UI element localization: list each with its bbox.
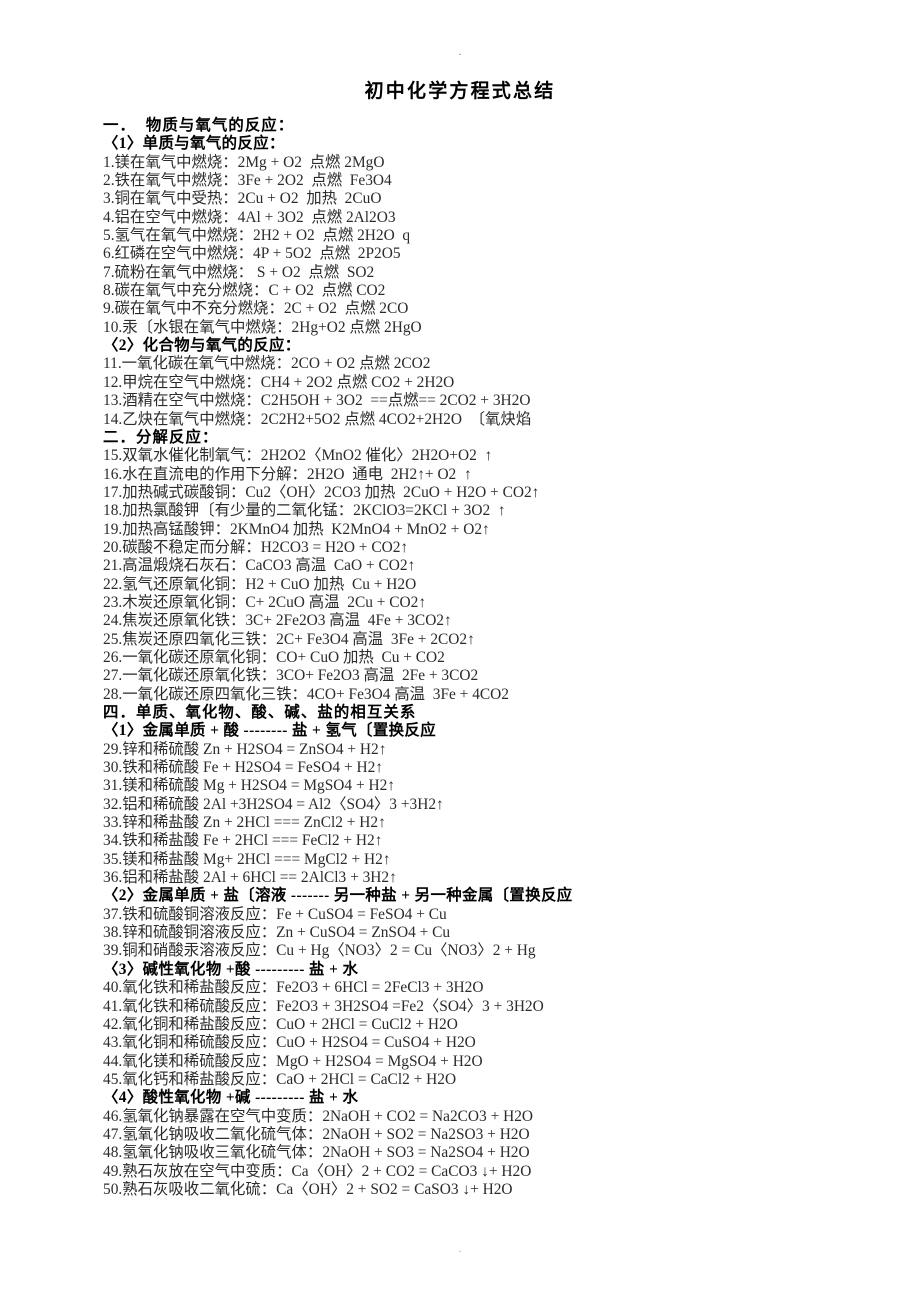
page-header-mark: · [458,49,462,61]
equation-line: 31.镁和稀硫酸 Mg + H2SO4 = MgSO4 + H2↑ [103,777,395,795]
equation-line: 15.双氧水催化制氧气：2H2O2〈MnO2 催化〉2H2O+O2 ↑ [103,447,493,465]
equation-line: 38.锌和硫酸铜溶液反应：Zn + CuSO4 = ZnSO4 + Cu [103,924,451,942]
equation-line: 28.一氧化碳还原四氧化三铁：4CO+ Fe3O4 高温 3Fe + 4CO2 [103,685,509,703]
subsection-heading: 〈1〉单质与氧气的反应： [103,135,285,153]
equation-line: 36.铝和稀盐酸 2Al + 6HCl == 2AlCl3 + 3H2↑ [103,869,397,887]
equation-line: 8.碳在氧气中充分燃烧：C + O2 点燃 CO2 [103,282,386,300]
equation-line: 29.锌和稀硫酸 Zn + H2SO4 = ZnSO4 + H2↑ [103,740,387,758]
document-page: · 初中化学方程式总结 一． 物质与氧气的反应： 〈1〉单质与氧气的反应： 1.镁在… [0,0,920,1302]
equation-line: 13.酒精在空气中燃烧：C2H5OH + 3O2 ==点燃== 2CO2 + 3… [103,392,531,410]
equation-line: 45.氧化钙和稀盐酸反应：CaO + 2HCl = CaCl2 + H2O [103,1070,457,1088]
equation-line: 16.水在直流电的作用下分解：2H2O 通电 2H2↑+ O2 ↑ [103,465,472,483]
equation-line: 35.镁和稀盐酸 Mg+ 2HCl === MgCl2 + H2↑ [103,850,391,868]
subsection-heading: 〈2〉金属单质 + 盐〔溶液 ------- 另一种盐 + 另一种金属〔置换反应 [103,887,573,905]
equation-line: 19.加热高锰酸钾：2KMnO4 加热 K2MnO4 + MnO2 + O2↑ [103,520,490,538]
subsection-heading: 〈4〉酸性氧化物 +碱 --------- 盐 + 水 [103,1089,359,1107]
equation-line: 9.碳在氧气中不充分燃烧：2C + O2 点燃 2CO [103,300,409,318]
equation-line: 21.高温煅烧石灰石：CaCO3 高温 CaO + CO2↑ [103,557,416,575]
equation-line: 30.铁和稀硫酸 Fe + H2SO4 = FeSO4 + H2↑ [103,759,383,777]
equation-line: 39.铜和硝酸汞溶液反应：Cu + Hg〈NO3〉2 = Cu〈NO3〉2 + … [103,942,536,960]
equation-line: 25.焦炭还原四氧化三铁：2C+ Fe3O4 高温 3Fe + 2CO2↑ [103,630,475,648]
equation-line: 12.甲烷在空气中燃烧：CH4 + 2O2 点燃 CO2 + 2H2O [103,373,455,391]
equation-line: 4.铝在空气中燃烧：4Al + 3O2 点燃 2Al2O3 [103,208,396,226]
equation-line: 10.汞〔水银在氧气中燃烧：2Hg+O2 点燃 2HgO [103,318,422,336]
equation-line: 1.镁在氧气中燃烧：2Mg + O2 点燃 2MgO [103,153,385,171]
section-heading: 四．单质、氧化物、酸、碱、盐的相互关系 [103,704,417,721]
equation-line: 6.红磷在空气中燃烧：4P + 5O2 点燃 2P2O5 [103,245,401,263]
equation-line: 34.铁和稀盐酸 Fe + 2HCl === FeCl2 + H2↑ [103,832,383,850]
equation-line: 43.氧化铜和稀硫酸反应：CuO + H2SO4 = CuSO4 + H2O [103,1034,476,1052]
equation-line: 40.氧化铁和稀盐酸反应：Fe2O3 + 6HCl = 2FeCl3 + 3H2… [103,979,484,997]
equation-line: 44.氧化镁和稀硫酸反应：MgO + H2SO4 = MgSO4 + H2O [103,1052,483,1070]
document-body: 一． 物质与氧气的反应： 〈1〉单质与氧气的反应： 1.镁在氧气中燃烧：2Mg + … [103,117,873,1199]
subsection-heading: 〈1〉金属单质 + 酸 -------- 盐 + 氢气〔置换反应 [103,722,436,740]
equation-line: 20.碳酸不稳定而分解：H2CO3 = H2O + CO2↑ [103,538,409,556]
equation-line: 50.熟石灰吸收二氧化硫：Ca〈OH〉2 + SO2 = CaSO3 ↓+ H2… [103,1180,513,1198]
equation-line: 46.氢氧化钠暴露在空气中变质：2NaOH + CO2 = Na2CO3 + H… [103,1107,534,1125]
equation-line: 7.硫粉在氧气中燃烧： S + O2 点燃 SO2 [103,263,375,281]
equation-line: 42.氧化铜和稀盐酸反应：CuO + 2HCl = CuCl2 + H2O [103,1015,458,1033]
equation-line: 2.铁在氧气中燃烧：3Fe + 2O2 点燃 Fe3O4 [103,172,392,190]
equation-line: 41.氧化铁和稀硫酸反应：Fe2O3 + 3H2SO4 =Fe2〈SO4〉3 +… [103,997,544,1015]
equation-line: 14.乙炔在氧气中燃烧：2C2H2+5O2 点燃 4CO2+2H2O 〔氧炔焰 [103,410,532,428]
equation-line: 26.一氧化碳还原氧化铜：CO+ CuO 加热 Cu + CO2 [103,648,445,666]
equation-line: 33.锌和稀盐酸 Zn + 2HCl === ZnCl2 + H2↑ [103,814,386,832]
equation-line: 18.加热氯酸钾〔有少量的二氧化锰：2KClO3=2KCl + 3O2 ↑ [103,502,506,520]
section-heading: 二．分解反应： [103,428,219,446]
equation-line: 27.一氧化碳还原氧化铁：3CO+ Fe2O3 高温 2Fe + 3CO2 [103,667,479,685]
equation-line: 24.焦炭还原氧化铁：3C+ 2Fe2O3 高温 4Fe + 3CO2↑ [103,612,452,630]
equation-line: 23.木炭还原氧化铜：C+ 2CuO 高温 2Cu + CO2↑ [103,593,427,611]
page-footer-mark: · [458,1246,462,1258]
subsection-heading: 〈2〉化合物与氧气的反应： [103,337,301,355]
equation-line: 37.铁和硫酸铜溶液反应：Fe + CuSO4 = FeSO4 + Cu [103,905,447,923]
equation-line: 3.铜在氧气中受热：2Cu + O2 加热 2CuO [103,190,382,208]
equation-line: 47.氢氧化钠吸收二氧化硫气体：2NaOH + SO2 = Na2SO3 + H… [103,1125,530,1143]
equation-line: 17.加热碱式碳酸铜：Cu2〈OH〉2CO3 加热 2CuO + H2O + C… [103,483,540,501]
page-title: 初中化学方程式总结 [364,81,556,102]
subsection-heading: 〈3〉碱性氧化物 +酸 --------- 盐 + 水 [103,960,359,978]
equation-line: 11.一氧化碳在氧气中燃烧：2CO + O2 点燃 2CO2 [103,355,431,373]
equation-line: 48.氢氧化钠吸收三氧化硫气体：2NaOH + SO3 = Na2SO4 + H… [103,1144,530,1162]
equation-line: 49.熟石灰放在空气中变质：Ca〈OH〉2 + CO2 = CaCO3 ↓+ H… [103,1162,532,1180]
equation-line: 22.氢气还原氧化铜：H2 + CuO 加热 Cu + H2O [103,575,417,593]
section-heading: 一． 物质与氧气的反应： [103,117,295,134]
equation-line: 5.氢气在氧气中燃烧：2H2 + O2 点燃 2H2O q [103,227,411,245]
equation-line: 32.铝和稀硫酸 2Al +3H2SO4 = Al2〈SO4〉3 +3H2↑ [103,795,444,813]
